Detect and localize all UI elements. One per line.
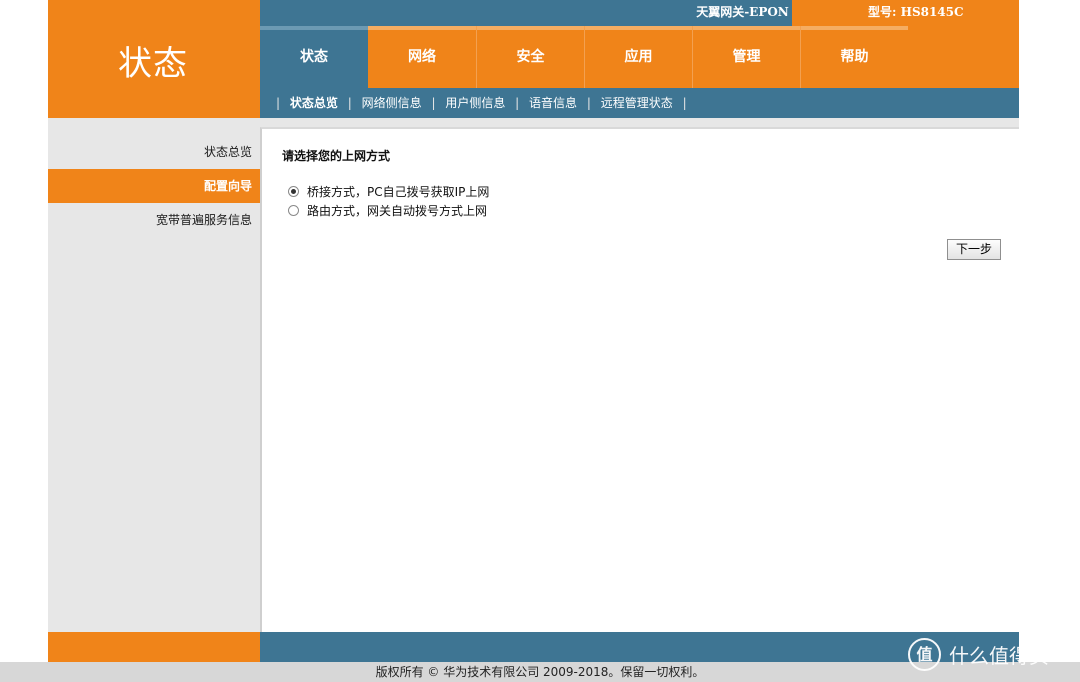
top-navigation: 天翼网关-EPON 型号: HS8145C 状态 网络 安全 应用 管理 帮助 … bbox=[260, 0, 1019, 118]
footer-bar-left bbox=[48, 632, 260, 662]
subnav-separator: | bbox=[515, 96, 520, 110]
option-bridge[interactable]: 桥接方式，PC自己拨号获取IP上网 bbox=[288, 183, 489, 200]
subnav-separator: | bbox=[276, 96, 281, 110]
model-label: 型号: HS8145C bbox=[868, 5, 964, 19]
watermark: 值 什么值得买 bbox=[908, 638, 1049, 671]
logo-panel: 状态 bbox=[48, 0, 260, 118]
subnav-item-voice-info[interactable]: 语音信息 bbox=[529, 96, 577, 110]
main-tabs: 状态 网络 安全 应用 管理 帮助 bbox=[260, 26, 908, 88]
sub-navigation: | 状态总览 | 网络侧信息 | 用户侧信息 | 语音信息 | 远程管理状态 | bbox=[260, 88, 1019, 118]
next-button[interactable]: 下一步 bbox=[947, 239, 1001, 260]
sidebar: 状态总览 配置向导 宽带普遍服务信息 bbox=[48, 118, 260, 632]
route-radio-label: 路由方式，网关自动拨号方式上网 bbox=[307, 204, 488, 218]
logo-title: 状态 bbox=[118, 44, 188, 84]
tab-security[interactable]: 安全 bbox=[476, 26, 584, 88]
subnav-separator: | bbox=[347, 96, 352, 110]
tab-network[interactable]: 网络 bbox=[368, 26, 476, 88]
subnav-item-status-overview[interactable]: 状态总览 bbox=[290, 96, 338, 110]
tab-status[interactable]: 状态 bbox=[260, 26, 368, 88]
sidebar-item-status-overview[interactable]: 状态总览 bbox=[48, 135, 260, 169]
footer-bar-right bbox=[260, 632, 1019, 662]
content-panel: 请选择您的上网方式 桥接方式，PC自己拨号获取IP上网 路由方式，网关自动拨号方… bbox=[260, 127, 1019, 632]
tab-application[interactable]: 应用 bbox=[584, 26, 692, 88]
watermark-icon: 值 bbox=[908, 638, 941, 671]
bridge-radio-label: 桥接方式，PC自己拨号获取IP上网 bbox=[307, 185, 490, 199]
section-title: 请选择您的上网方式 bbox=[282, 149, 391, 163]
sidebar-item-config-wizard[interactable]: 配置向导 bbox=[48, 169, 260, 203]
subnav-separator: | bbox=[431, 96, 436, 110]
router-admin-page: 状态 天翼网关-EPON 型号: HS8145C 状态 网络 安全 应用 管理 … bbox=[48, 0, 1019, 662]
subnav-item-user-info[interactable]: 用户侧信息 bbox=[445, 96, 505, 110]
brand-label: 天翼网关-EPON bbox=[696, 5, 789, 19]
bridge-radio[interactable] bbox=[288, 186, 299, 197]
subnav-separator: | bbox=[682, 96, 687, 110]
route-radio[interactable] bbox=[288, 205, 299, 216]
subnav-item-network-info[interactable]: 网络侧信息 bbox=[362, 96, 422, 110]
subnav-item-remote-management[interactable]: 远程管理状态 bbox=[601, 96, 673, 110]
option-route[interactable]: 路由方式，网关自动拨号方式上网 bbox=[288, 202, 487, 219]
brand-strip: 天翼网关-EPON bbox=[260, 0, 792, 26]
tab-help[interactable]: 帮助 bbox=[800, 26, 908, 88]
watermark-text: 什么值得买 bbox=[949, 644, 1049, 668]
subnav-separator: | bbox=[586, 96, 591, 110]
content-area: 请选择您的上网方式 桥接方式，PC自己拨号获取IP上网 路由方式，网关自动拨号方… bbox=[260, 118, 1019, 632]
tab-management[interactable]: 管理 bbox=[692, 26, 800, 88]
sidebar-item-broadband-service[interactable]: 宽带普遍服务信息 bbox=[48, 203, 260, 237]
